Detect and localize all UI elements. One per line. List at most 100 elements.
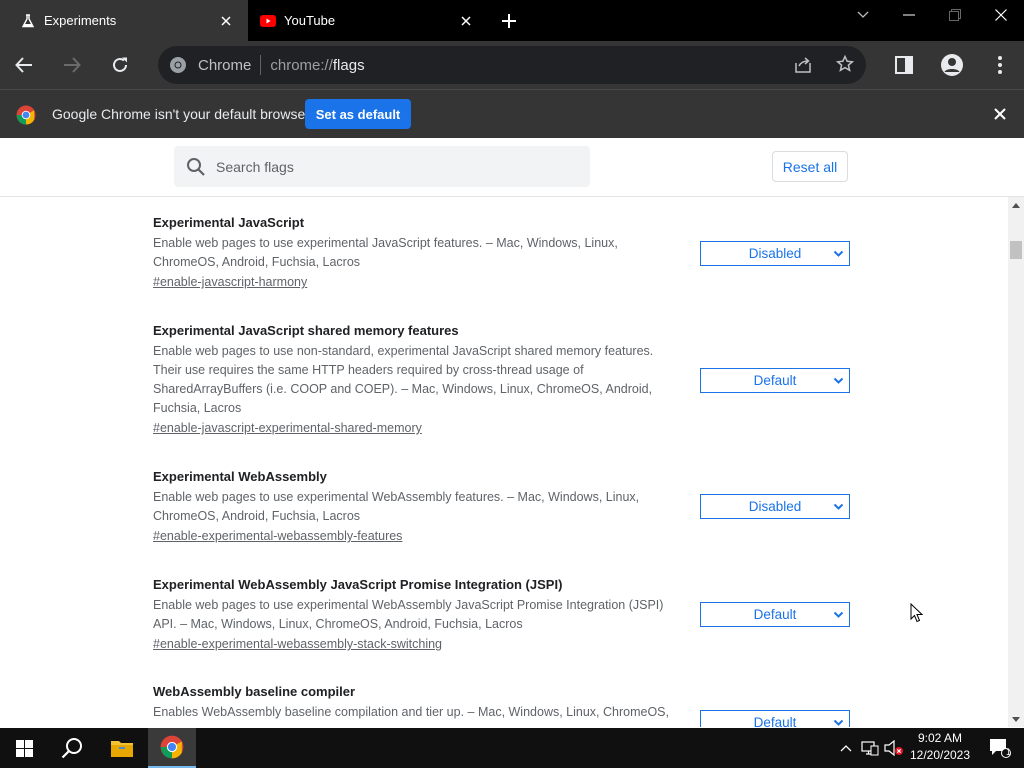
profile-button[interactable] — [936, 49, 968, 81]
browser-toolbar: Chrome chrome://flags — [0, 41, 1024, 89]
flag-select[interactable]: Default — [700, 710, 850, 727]
chevron-down-icon — [833, 611, 844, 618]
infobar-message: Google Chrome isn't your default browser — [52, 106, 310, 122]
search-icon — [187, 157, 205, 176]
plus-icon — [502, 14, 516, 28]
flag-link[interactable]: #enable-javascript-harmony — [153, 275, 307, 289]
tab-search-button[interactable] — [840, 0, 886, 30]
flag-select-value: Default — [753, 373, 797, 388]
chevron-down-icon — [833, 377, 844, 384]
minimize-button[interactable] — [886, 0, 932, 30]
close-icon[interactable] — [992, 106, 1008, 122]
windows-logo-icon — [15, 739, 33, 757]
scroll-down-arrow-icon[interactable] — [1008, 711, 1024, 727]
site-chip: Chrome — [198, 56, 252, 74]
flag-title: Experimental JavaScript — [153, 215, 305, 230]
notification-count: 1 — [1006, 747, 1012, 757]
close-window-button[interactable] — [978, 0, 1024, 30]
folder-icon — [111, 741, 133, 757]
close-tab-icon[interactable] — [218, 13, 234, 29]
url-text: chrome://flags — [270, 56, 365, 74]
flag-title: WebAssembly baseline compiler — [153, 684, 356, 699]
divider — [260, 55, 262, 75]
tab-youtube[interactable]: YouTube — [248, 0, 488, 41]
chevron-down-icon — [833, 250, 844, 257]
search-icon — [61, 738, 82, 759]
reset-all-button[interactable]: Reset all — [772, 151, 848, 182]
chevron-down-icon — [833, 503, 844, 510]
flag-select[interactable]: Disabled — [700, 494, 850, 519]
taskbar-search-button[interactable] — [48, 728, 96, 768]
flag-title: Experimental WebAssembly JavaScript Prom… — [153, 577, 563, 592]
back-arrow-icon — [15, 57, 32, 73]
reload-icon — [113, 57, 127, 72]
chrome-logo-icon — [160, 735, 184, 759]
file-explorer-button[interactable] — [98, 728, 146, 768]
action-center-button[interactable]: 1 — [976, 728, 1024, 768]
flag-select[interactable]: Disabled — [700, 241, 850, 266]
tab-title: Experiments — [44, 13, 117, 28]
forward-button[interactable] — [56, 49, 88, 81]
flag-description: Enable web pages to use non-standard, ex… — [153, 344, 654, 415]
windows-taskbar: 9:02 AM 12/20/2023 1 — [0, 728, 1024, 768]
close-icon — [995, 9, 1007, 21]
scroll-up-arrow-icon[interactable] — [1008, 197, 1024, 213]
minimize-icon — [903, 14, 915, 16]
flag-description: Enable web pages to use experimental Web… — [153, 598, 664, 631]
network-icon[interactable] — [858, 728, 882, 768]
chevron-down-icon — [857, 11, 869, 18]
default-browser-infobar: Google Chrome isn't your default browser… — [0, 89, 1024, 138]
back-button[interactable] — [8, 49, 40, 81]
flags-list: Experimental JavaScript Enable web pages… — [0, 197, 1008, 727]
restore-icon — [949, 9, 961, 21]
chrome-taskbar-button[interactable] — [148, 728, 196, 768]
restore-button[interactable] — [932, 0, 978, 30]
flag-link[interactable]: #enable-experimental-webassembly-stack-s… — [153, 637, 442, 651]
chrome-site-icon — [170, 57, 186, 73]
share-icon[interactable] — [793, 56, 813, 79]
flag-select[interactable]: Default — [700, 368, 850, 393]
tab-strip: Experiments YouTube — [0, 0, 1024, 41]
search-input[interactable] — [214, 157, 578, 176]
mouse-cursor-icon — [910, 603, 924, 623]
flag-select-value: Default — [753, 607, 797, 622]
clock-date: 12/20/2023 — [909, 748, 971, 762]
start-button[interactable] — [0, 728, 48, 768]
flag-link[interactable]: #enable-experimental-webassembly-feature… — [153, 529, 402, 543]
flag-description: Enable web pages to use experimental Jav… — [153, 236, 618, 269]
tab-experiments[interactable]: Experiments — [0, 0, 248, 41]
new-tab-button[interactable] — [496, 8, 522, 34]
scrollbar-thumb[interactable] — [1010, 241, 1022, 259]
close-tab-icon[interactable] — [458, 13, 474, 29]
flags-header: Reset all — [0, 138, 1024, 197]
volume-muted-icon[interactable] — [882, 728, 906, 768]
flag-select[interactable]: Default — [700, 602, 850, 627]
system-clock[interactable]: 9:02 AM 12/20/2023 — [905, 730, 975, 764]
set-as-default-button[interactable]: Set as default — [305, 99, 411, 129]
side-panel-button[interactable] — [888, 49, 920, 81]
address-bar[interactable]: Chrome chrome://flags — [158, 46, 866, 84]
bookmark-star-icon[interactable] — [835, 54, 855, 78]
tab-title: YouTube — [284, 13, 336, 28]
flag-link[interactable]: #enable-javascript-experimental-shared-m… — [153, 421, 422, 435]
search-box[interactable] — [174, 146, 590, 187]
chrome-logo-icon — [16, 105, 36, 125]
chevron-down-icon — [833, 719, 844, 726]
menu-button[interactable] — [984, 49, 1016, 81]
flag-title: Experimental WebAssembly — [153, 469, 327, 484]
clock-time: 9:02 AM — [917, 731, 963, 745]
flask-icon — [20, 13, 36, 29]
youtube-icon — [260, 13, 276, 29]
vertical-scrollbar[interactable] — [1008, 197, 1024, 727]
flag-select-value: Default — [753, 715, 797, 727]
forward-arrow-icon — [64, 57, 81, 73]
flag-description: Enable web pages to use experimental Web… — [153, 490, 640, 523]
reload-button[interactable] — [104, 49, 136, 81]
chevron-up-icon — [840, 745, 852, 752]
flag-select-value: Disabled — [748, 246, 802, 261]
show-hidden-icons-button[interactable] — [834, 728, 858, 768]
side-panel-icon — [895, 56, 913, 74]
flag-select-value: Disabled — [748, 499, 802, 514]
flag-description: Enables WebAssembly baseline compilation… — [153, 705, 669, 719]
avatar-icon — [941, 54, 963, 76]
